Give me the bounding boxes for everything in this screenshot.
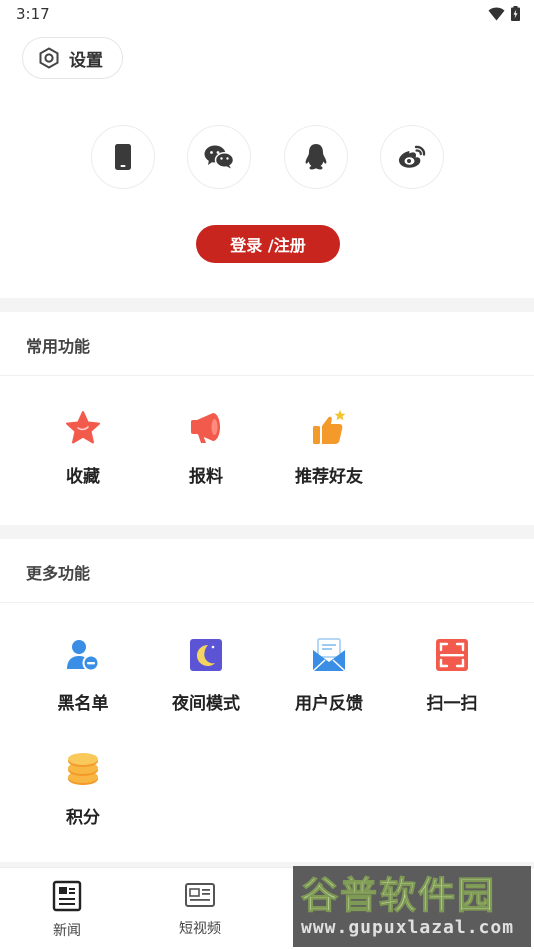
section-divider	[0, 525, 534, 539]
scan-item[interactable]: 扫一扫	[392, 635, 512, 714]
news-icon	[52, 880, 82, 912]
phone-icon	[115, 144, 131, 170]
recommend-friend-item[interactable]: 推荐好友	[269, 408, 389, 487]
settings-button[interactable]: 设置	[22, 37, 123, 79]
thumbs-up-icon	[313, 410, 346, 444]
star-icon	[66, 411, 100, 444]
status-time: 3:17	[16, 5, 50, 23]
wechat-login-button[interactable]	[187, 125, 251, 189]
night-mode-item[interactable]: 夜间模式	[146, 635, 266, 714]
blacklist-item[interactable]: 黑名单	[23, 635, 143, 714]
settings-label: 设置	[69, 50, 103, 71]
recommend-friend-label: 推荐好友	[295, 467, 363, 487]
watermark-title: 谷普软件园	[301, 874, 496, 917]
nav-tab-news[interactable]: 新闻	[22, 880, 112, 940]
weibo-icon	[398, 145, 426, 168]
weibo-login-button[interactable]	[380, 125, 444, 189]
section-line	[0, 602, 534, 603]
coins-icon	[68, 753, 98, 785]
scan-icon	[436, 639, 468, 671]
nav-label-short-video: 短视频	[179, 921, 221, 937]
more-functions-title: 更多功能	[26, 564, 91, 583]
video-icon	[185, 883, 215, 907]
common-functions-title: 常用功能	[26, 337, 91, 356]
nav-tab-short-video[interactable]: 短视频	[155, 880, 245, 938]
feedback-item[interactable]: 用户反馈	[269, 635, 389, 714]
section-divider	[0, 298, 534, 312]
night-mode-label: 夜间模式	[172, 694, 240, 714]
feedback-label: 用户反馈	[295, 694, 363, 714]
status-icons	[488, 6, 520, 21]
wechat-icon	[204, 145, 234, 169]
blacklist-label: 黑名单	[57, 694, 109, 714]
hexagon-settings-icon	[39, 47, 59, 69]
section-line	[0, 375, 534, 376]
qq-login-button[interactable]	[284, 125, 348, 189]
report-label: 报料	[189, 467, 223, 487]
points-item[interactable]: 积分	[23, 749, 143, 828]
login-register-button[interactable]: 登录 /注册	[196, 225, 340, 263]
watermark: 谷普软件园 www.gupuxlazal.com	[293, 866, 531, 947]
nav-label-news: 新闻	[53, 923, 81, 939]
qq-icon	[305, 144, 327, 170]
megaphone-icon	[191, 413, 220, 443]
login-methods	[0, 125, 534, 189]
battery-icon	[511, 6, 520, 21]
points-label: 积分	[66, 808, 100, 828]
blocked-user-icon	[67, 640, 100, 672]
favorites-item[interactable]: 收藏	[23, 408, 143, 487]
phone-login-button[interactable]	[91, 125, 155, 189]
night-mode-icon	[190, 639, 222, 671]
watermark-url: www.gupuxlazal.com	[301, 917, 515, 938]
status-bar: 3:17	[0, 0, 534, 28]
report-item[interactable]: 报料	[146, 408, 266, 487]
wifi-icon	[488, 6, 505, 20]
envelope-icon	[312, 638, 346, 672]
favorites-label: 收藏	[66, 467, 100, 487]
scan-label: 扫一扫	[426, 694, 478, 714]
